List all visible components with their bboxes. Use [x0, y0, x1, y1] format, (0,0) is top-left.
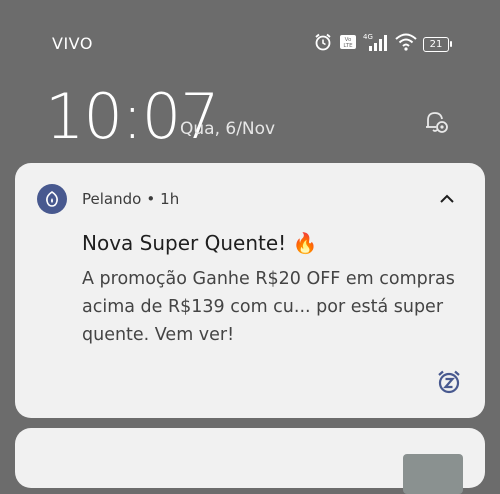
collapse-chevron-icon[interactable]	[437, 189, 457, 209]
carrier-label: VIVO	[52, 34, 93, 53]
battery-level: 21	[423, 36, 449, 52]
svg-text:LTE: LTE	[343, 43, 353, 49]
signal-4g-icon: 4G	[363, 32, 389, 56]
notification-body: A promoção Ganhe R$20 OFF em compras aci…	[82, 269, 455, 345]
status-icons: Vo LTE 4G 21	[313, 32, 452, 56]
notification-header: Pelando • 1h	[82, 190, 179, 208]
app-name: Pelando	[82, 190, 142, 208]
pelando-app-icon	[37, 184, 67, 214]
battery-icon: 21	[423, 36, 452, 52]
notification-card-collapsed[interactable]	[15, 428, 485, 494]
snooze-icon[interactable]	[435, 368, 463, 396]
notification-thumbnail	[403, 454, 463, 494]
volte-icon: Vo LTE	[339, 33, 357, 55]
svg-text:4G: 4G	[363, 33, 373, 41]
notification-card[interactable]: Pelando • 1h Nova Super Quente! 🔥 A promoç…	[15, 163, 485, 418]
lockscreen-clock: 10:07	[45, 80, 220, 153]
wifi-icon	[395, 33, 417, 55]
notification-settings-icon[interactable]	[422, 108, 450, 140]
alarm-icon	[313, 32, 333, 56]
lockscreen-date: Qua, 6/Nov	[180, 119, 276, 139]
notification-title: Nova Super Quente! 🔥	[82, 231, 318, 255]
notification-age: 1h	[160, 190, 180, 208]
header-separator: •	[146, 190, 156, 208]
status-bar: VIVO Vo LTE 4G 21	[0, 0, 500, 80]
